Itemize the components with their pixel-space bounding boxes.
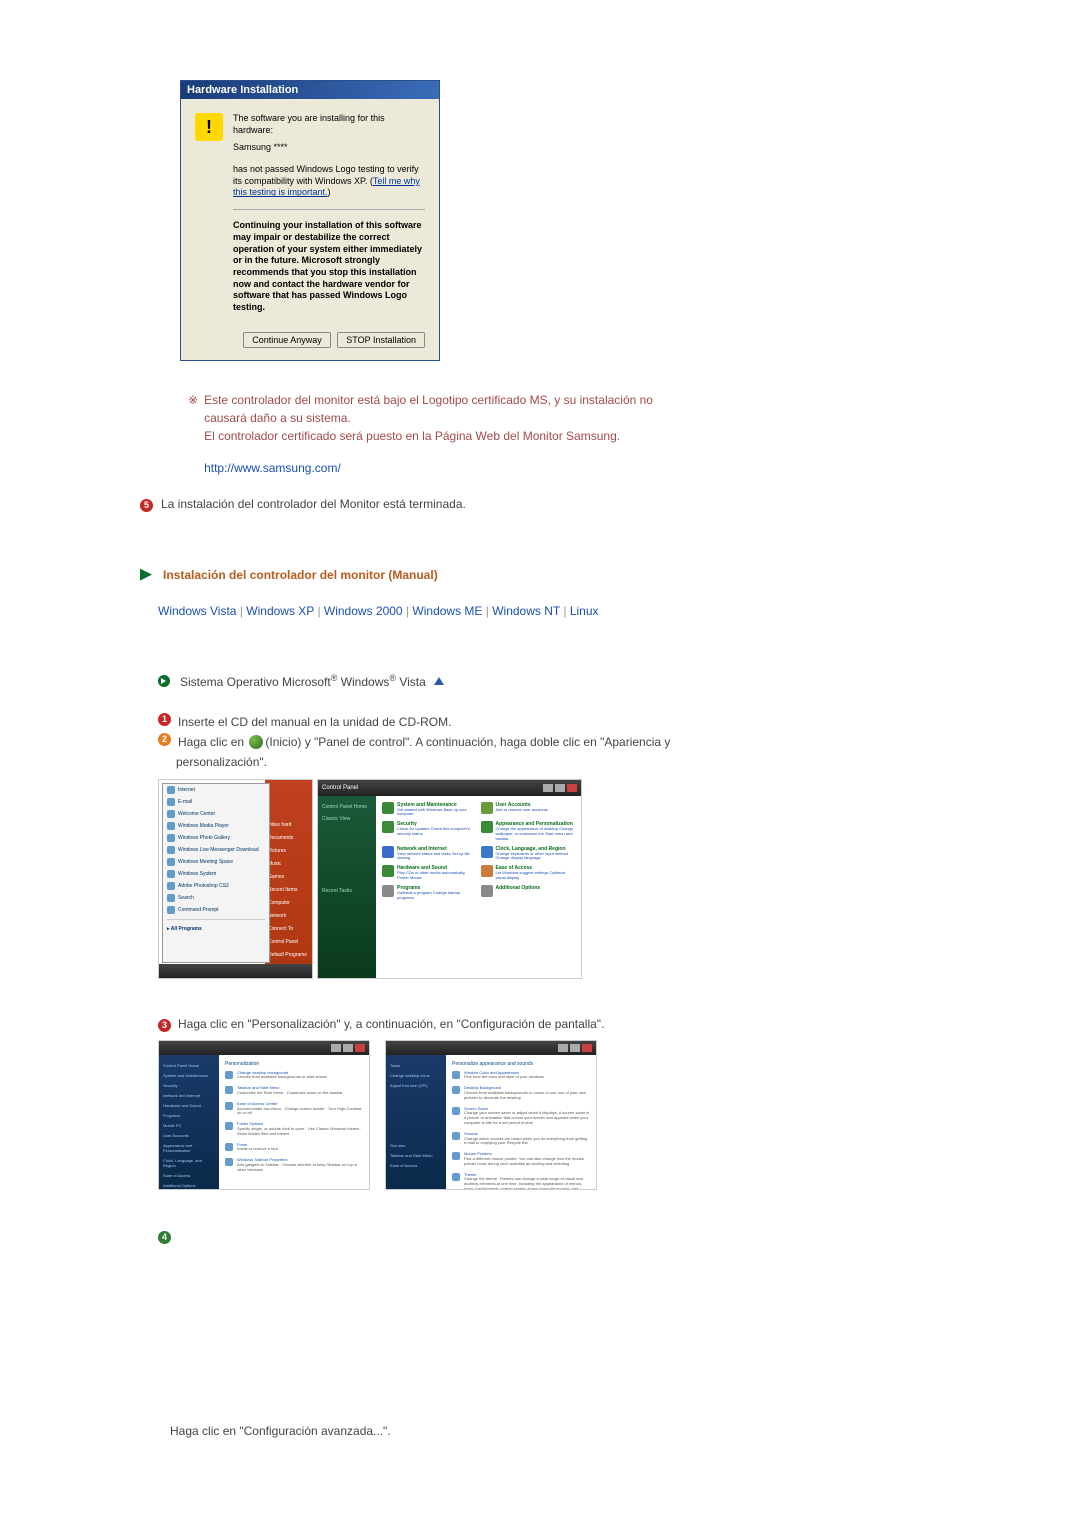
start-menu-item: Search [163, 892, 269, 904]
screenshot-row-2: Control Panel HomeSystem and Maintenance… [158, 1040, 940, 1190]
up-triangle-icon [434, 677, 444, 685]
maximize-icon [343, 1044, 353, 1052]
bullet-arrow-icon [158, 675, 170, 687]
personalization-list-screenshot: Control Panel HomeSystem and Maintenance… [158, 1040, 370, 1190]
minimize-icon [543, 784, 553, 792]
dialog-divider [233, 209, 425, 210]
link-linux[interactable]: Linux [570, 604, 599, 618]
dialog-device: Samsung **** [233, 142, 425, 154]
cp-category: SecurityCheck for updates Check this com… [382, 821, 477, 841]
link-vista[interactable]: Windows Vista [158, 604, 236, 618]
step-5-line: 5 La instalación del controlador del Mon… [140, 497, 940, 512]
stop-installation-button[interactable]: STOP Installation [337, 332, 425, 348]
link-me[interactable]: Windows ME [412, 604, 482, 618]
link-nt[interactable]: Windows NT [492, 604, 560, 618]
dialog-warning-text: Continuing your installation of this sof… [233, 220, 425, 314]
cp-category: System and MaintenanceGet started with W… [382, 802, 477, 818]
start-menu-item: E-mail [163, 796, 269, 808]
dialog-not-passed-line: has not passed Windows Logo testing to v… [233, 164, 425, 199]
note-line1b: causará daño a su sistema. [204, 411, 351, 425]
maximize-icon [555, 784, 565, 792]
step-4-number: 4 [158, 1231, 171, 1244]
p1-window-title [159, 1041, 369, 1055]
p2-sidebar: TasksChange desktop iconsAdjust font siz… [386, 1055, 446, 1189]
control-panel-screenshot: Control Panel Control Panel HomeClassic … [317, 779, 582, 979]
continue-anyway-button[interactable]: Continue Anyway [243, 332, 331, 348]
step-1-number: 1 [158, 713, 171, 726]
start-sidebar: video hardDocumentsPicturesMusicGamesRec… [265, 780, 312, 964]
hardware-installation-dialog: Hardware Installation ! The software you… [180, 80, 440, 361]
minimize-icon [558, 1044, 568, 1052]
os-links: Windows Vista | Windows XP | Windows 200… [158, 604, 940, 618]
step-1-text: Inserte el CD del manual en la unidad de… [178, 713, 451, 731]
cp-category: Ease of AccessLet Windows suggest settin… [481, 865, 576, 881]
close-icon [567, 784, 577, 792]
step-3-number: 3 [158, 1019, 171, 1032]
note-mark: ※ [188, 391, 198, 477]
samsung-link[interactable]: http://www.samsung.com/ [204, 461, 341, 475]
cp-category: User AccountsAdd or remove user accounts [481, 802, 576, 818]
screenshot-row-1: video hardDocumentsPicturesMusicGamesRec… [158, 779, 940, 979]
cp-category: Network and InternetView network status … [382, 846, 477, 862]
step-3-text: Haga clic en "Personalización" y, a cont… [178, 1017, 604, 1031]
step-4-marker: 4 [158, 1230, 940, 1244]
note-line1a: Este controlador del monitor está bajo e… [204, 393, 653, 407]
p1-sidebar: Control Panel HomeSystem and Maintenance… [159, 1055, 219, 1189]
start-menu-item: Command Prompt [163, 904, 269, 916]
cp-category: Appearance and PersonalizationChange the… [481, 821, 576, 841]
close-icon [582, 1044, 592, 1052]
start-menu-item: Windows System [163, 868, 269, 880]
step-5-number: 5 [140, 499, 153, 512]
p2-content: Personalize appearance and sounds Window… [446, 1055, 596, 1189]
start-menu-item: Windows Meeting Space [163, 856, 269, 868]
note-section: ※ Este controlador del monitor está bajo… [188, 391, 940, 477]
step-2-continuation: personalización". [176, 753, 940, 771]
cp-category: Clock, Language, and RegionChange keyboa… [481, 846, 576, 862]
warning-icon: ! [195, 113, 223, 141]
system-vista-line: Sistema Operativo Microsoft® Windows® Vi… [158, 673, 940, 689]
start-menu-item: Internet [163, 784, 269, 796]
link-xp[interactable]: Windows XP [246, 604, 314, 618]
dialog-title: Hardware Installation [181, 81, 439, 99]
start-orb-icon [249, 735, 263, 749]
step-3-line: 3 Haga clic en "Personalización" y, a co… [158, 1017, 940, 1032]
start-menu-panel: InternetE-mailWelcome CenterWindows Medi… [162, 783, 270, 963]
cp-category: Hardware and SoundPlay CDs or other medi… [382, 865, 477, 881]
cp-sidebar: Control Panel HomeClassic ViewRecent Tas… [318, 796, 376, 978]
start-menu-item: Windows Live Messenger Download [163, 844, 269, 856]
p1-content: Personalization Change desktop backgroun… [219, 1055, 369, 1189]
p2-window-title [386, 1041, 596, 1055]
cp-window-title: Control Panel [318, 780, 581, 796]
start-menu-item: Welcome Center [163, 808, 269, 820]
cp-category: ProgramsUninstall a program Change start… [382, 885, 477, 901]
minimize-icon [331, 1044, 341, 1052]
start-menu-item: Windows Media Player [163, 820, 269, 832]
dialog-intro: The software you are installing for this… [233, 113, 425, 136]
close-icon [355, 1044, 365, 1052]
link-2000[interactable]: Windows 2000 [324, 604, 403, 618]
step-2-number: 2 [158, 733, 171, 746]
steps-list: 1 Inserte el CD del manual en la unidad … [158, 713, 940, 771]
final-instruction: Haga clic en "Configuración avanzada..."… [170, 1424, 940, 1438]
start-menu-screenshot: video hardDocumentsPicturesMusicGamesRec… [158, 779, 313, 979]
start-menu-item: Windows Photo Gallery [163, 832, 269, 844]
personalization-detail-screenshot: TasksChange desktop iconsAdjust font siz… [385, 1040, 597, 1190]
start-menu-item: Adobe Photoshop CS2 [163, 880, 269, 892]
step-5-text: La instalación del controlador del Monit… [161, 497, 466, 511]
dialog-body: ! The software you are installing for th… [181, 99, 439, 360]
cp-category: Additional Options [481, 885, 576, 901]
maximize-icon [570, 1044, 580, 1052]
section-arrow-icon [140, 569, 152, 581]
taskbar [159, 964, 312, 978]
cp-content: System and MaintenanceGet started with W… [376, 796, 581, 978]
note-line2: El controlador certificado será puesto e… [204, 429, 620, 443]
manual-install-section-title: Instalación del controlador del monitor … [140, 568, 940, 582]
